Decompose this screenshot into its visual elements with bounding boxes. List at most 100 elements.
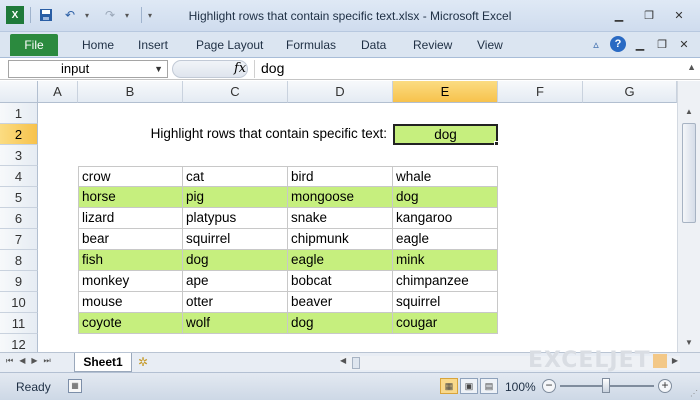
last-sheet-icon[interactable]: ⏭ xyxy=(44,356,51,366)
table-cell[interactable]: pig xyxy=(183,187,288,208)
help-icon[interactable]: ? xyxy=(610,36,626,52)
tab-file[interactable]: File xyxy=(10,34,58,56)
macro-record-icon[interactable]: ▦ xyxy=(68,379,82,393)
table-cell[interactable]: dog xyxy=(183,250,288,271)
first-sheet-icon[interactable]: ⏮ xyxy=(6,356,13,366)
name-box-dropdown-icon[interactable]: ▼ xyxy=(154,61,163,77)
scroll-down-icon[interactable]: ▼ xyxy=(681,334,697,350)
table-cell[interactable]: eagle xyxy=(393,229,498,250)
prev-sheet-icon[interactable]: ◀ xyxy=(19,356,25,366)
row-header-8[interactable]: 8 xyxy=(0,250,38,271)
zoom-out-icon[interactable]: − xyxy=(542,379,556,393)
insert-sheet-icon[interactable]: ✲ xyxy=(138,355,148,369)
resize-grip-icon[interactable]: ⋰ xyxy=(690,389,698,398)
fill-handle[interactable] xyxy=(494,141,499,146)
tab-insert[interactable]: Insert xyxy=(138,38,168,52)
page-break-view-icon[interactable]: ▤ xyxy=(480,378,498,394)
zoom-in-icon[interactable]: + xyxy=(658,379,672,393)
table-cell[interactable]: bird xyxy=(288,166,393,187)
vertical-scrollbar[interactable]: ▲ ▼ xyxy=(677,81,700,352)
table-cell[interactable]: bear xyxy=(78,229,183,250)
table-cell[interactable]: ape xyxy=(183,271,288,292)
column-header-d[interactable]: D xyxy=(288,81,393,103)
table-cell[interactable]: kangaroo xyxy=(393,208,498,229)
tab-view[interactable]: View xyxy=(477,38,503,52)
row-header-10[interactable]: 10 xyxy=(0,292,38,313)
table-cell[interactable]: dog xyxy=(288,313,393,334)
scroll-right-icon[interactable]: ▶ xyxy=(672,356,678,365)
table-cell[interactable]: otter xyxy=(183,292,288,313)
row-header-12[interactable]: 12 xyxy=(0,334,38,352)
tab-data[interactable]: Data xyxy=(361,38,386,52)
tab-home[interactable]: Home xyxy=(82,38,114,52)
table-cell[interactable]: fish xyxy=(78,250,183,271)
sheet-tab-sheet1[interactable]: Sheet1 xyxy=(74,353,132,372)
table-cell[interactable]: eagle xyxy=(288,250,393,271)
workbook-minimize-icon[interactable]: ▁ xyxy=(632,36,648,52)
table-cell[interactable]: crow xyxy=(78,166,183,187)
table-cell[interactable]: coyote xyxy=(78,313,183,334)
minimize-ribbon-icon[interactable]: ▵ xyxy=(588,36,604,52)
row-header-5[interactable]: 5 xyxy=(0,187,38,208)
table-cell[interactable]: beaver xyxy=(288,292,393,313)
table-cell[interactable]: mongoose xyxy=(288,187,393,208)
row-header-1[interactable]: 1 xyxy=(0,103,38,124)
zoom-slider-thumb[interactable] xyxy=(602,378,610,393)
normal-view-icon[interactable]: ▦ xyxy=(440,378,458,394)
row-header-2[interactable]: 2 xyxy=(0,124,38,145)
table-cell[interactable]: lizard xyxy=(78,208,183,229)
tab-review[interactable]: Review xyxy=(413,38,452,52)
row-header-6[interactable]: 6 xyxy=(0,208,38,229)
table-cell[interactable]: horse xyxy=(78,187,183,208)
table-cell[interactable]: mink xyxy=(393,250,498,271)
scroll-left-icon[interactable]: ◀ xyxy=(340,356,346,365)
row-header-9[interactable]: 9 xyxy=(0,271,38,292)
column-header-f[interactable]: F xyxy=(498,81,583,103)
row-header-3[interactable]: 3 xyxy=(0,145,38,166)
table-cell[interactable]: monkey xyxy=(78,271,183,292)
table-cell[interactable]: cat xyxy=(183,166,288,187)
table-cell[interactable]: cougar xyxy=(393,313,498,334)
table-cell[interactable]: platypus xyxy=(183,208,288,229)
column-header-c[interactable]: C xyxy=(183,81,288,103)
table-cell[interactable]: bobcat xyxy=(288,271,393,292)
column-header-a[interactable]: A xyxy=(38,81,78,103)
select-all-corner[interactable] xyxy=(0,81,38,103)
horizontal-scrollbar[interactable]: ◀ EXCELJET ▶ xyxy=(340,348,680,373)
page-layout-view-icon[interactable]: ▣ xyxy=(460,378,478,394)
row-header-11[interactable]: 11 xyxy=(0,313,38,334)
scroll-up-icon[interactable]: ▲ xyxy=(681,103,697,119)
horizontal-scroll-thumb[interactable] xyxy=(352,357,360,369)
row-header-7[interactable]: 7 xyxy=(0,229,38,250)
workbook-restore-icon[interactable]: ❐ xyxy=(654,36,670,52)
table-cell[interactable]: squirrel xyxy=(183,229,288,250)
prompt-label[interactable]: Highlight rows that contain specific tex… xyxy=(151,124,387,144)
table-cell[interactable]: wolf xyxy=(183,313,288,334)
worksheet-grid[interactable]: ABCDEFG 1 2 3 4 5 6 7 8 9 10 11 12 Highlight rows t… xyxy=(0,81,677,352)
table-cell[interactable]: whale xyxy=(393,166,498,187)
tab-page-layout[interactable]: Page Layout xyxy=(196,38,263,52)
next-sheet-icon[interactable]: ▶ xyxy=(31,356,37,366)
zoom-level[interactable]: 100% xyxy=(505,380,536,394)
table-cell[interactable]: mouse xyxy=(78,292,183,313)
close-button[interactable]: ✕ xyxy=(666,6,692,24)
minimize-button[interactable]: ▁ xyxy=(606,6,632,24)
column-header-e[interactable]: E xyxy=(393,81,498,103)
workbook-close-icon[interactable]: ✕ xyxy=(676,36,692,52)
expand-formula-bar-icon[interactable]: ▲ xyxy=(687,62,696,72)
row-header-4[interactable]: 4 xyxy=(0,166,38,187)
vertical-scroll-thumb[interactable] xyxy=(682,123,696,223)
table-cell[interactable]: snake xyxy=(288,208,393,229)
column-header-b[interactable]: B xyxy=(78,81,183,103)
table-cell[interactable]: chimpanzee xyxy=(393,271,498,292)
table-cell[interactable]: squirrel xyxy=(393,292,498,313)
name-box[interactable]: input ▼ xyxy=(8,60,168,78)
formula-input[interactable]: dog xyxy=(254,60,692,78)
column-header-g[interactable]: G xyxy=(583,81,677,103)
restore-button[interactable]: ❐ xyxy=(636,6,662,24)
tab-formulas[interactable]: Formulas xyxy=(286,38,336,52)
table-cell[interactable]: dog xyxy=(393,187,498,208)
table-cell[interactable]: chipmunk xyxy=(288,229,393,250)
search-input-cell[interactable]: dog xyxy=(393,124,498,145)
insert-function-icon[interactable]: fx xyxy=(234,61,246,76)
